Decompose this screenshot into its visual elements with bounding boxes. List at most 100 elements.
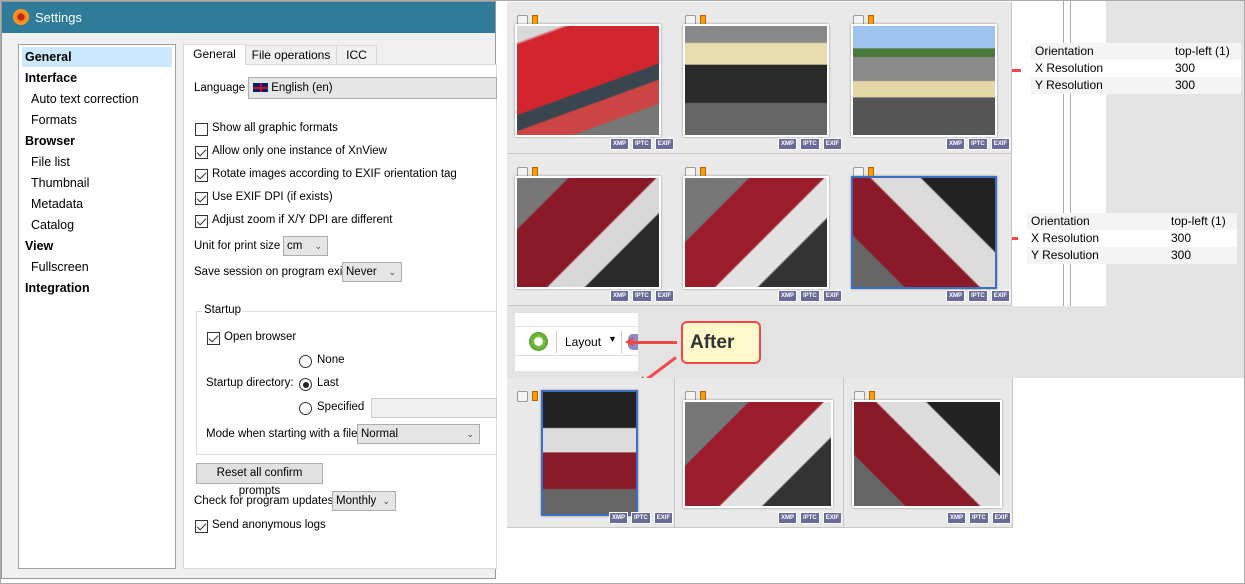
metadata-badges: XMP IPTC EXIF: [946, 138, 1011, 150]
option-checkbox[interactable]: [195, 215, 208, 228]
settings-window: Settings General Interface Auto text corre…: [1, 1, 497, 579]
option-label: Use EXIF DPI (if exists): [212, 191, 333, 203]
open-browser-checkbox[interactable]: [207, 332, 220, 345]
startup-title: Startup: [202, 304, 244, 316]
sidebar-item-catalog[interactable]: Catalog: [22, 215, 172, 235]
option-checkbox[interactable]: [195, 169, 208, 182]
reset-prompts-button[interactable]: Reset all confirm prompts: [196, 463, 323, 497]
iptc-badge: IPTC: [800, 512, 820, 524]
thumbnail-image[interactable]: [683, 400, 833, 508]
anonymous-logs-checkbox[interactable]: [195, 520, 208, 533]
thumbnail-image[interactable]: [851, 24, 997, 137]
thumbnail-image[interactable]: [852, 400, 1002, 508]
radio-last-label: Last: [317, 377, 339, 389]
sidebar-item-file-list[interactable]: File list: [22, 152, 172, 172]
sidebar-item-formats[interactable]: Formats: [22, 110, 172, 130]
metadata-table-after: Orientation top-left (1) X Resolution 300 Y …: [1027, 213, 1237, 264]
metadata-badges: XMP IPTC EXIF: [778, 512, 843, 524]
metadata-label: Orientation: [1031, 214, 1090, 228]
bookmark-icon: [532, 391, 538, 401]
sidebar-item-fullscreen[interactable]: Fullscreen: [22, 257, 172, 277]
startup-directory-label: Startup directory:: [206, 377, 294, 389]
refresh-icon[interactable]: [529, 332, 548, 351]
iptc-badge: IPTC: [632, 138, 652, 150]
tab-file-operations[interactable]: File operations: [245, 45, 337, 65]
updates-select[interactable]: Monthly ⌄: [332, 491, 396, 511]
session-value: Never: [346, 266, 377, 278]
metadata-badges: XMP IPTC EXIF: [946, 290, 1011, 302]
metadata-badges: XMP IPTC EXIF: [609, 512, 674, 524]
metadata-value: 300: [1171, 231, 1192, 245]
exif-badge: EXIF: [990, 138, 1011, 150]
session-label: Save session on program exit: [194, 266, 346, 278]
iptc-badge: IPTC: [631, 512, 651, 524]
option-checkbox[interactable]: [195, 146, 208, 159]
thumbnail-image[interactable]: [683, 176, 829, 289]
thumbnail-image[interactable]: [851, 176, 997, 289]
metadata-value: top-left (1): [1171, 214, 1226, 228]
iptc-badge: IPTC: [968, 138, 988, 150]
sidebar-item-browser[interactable]: Browser: [22, 131, 172, 151]
specified-path-input[interactable]: [371, 398, 497, 418]
exif-badge: EXIF: [822, 512, 843, 524]
mode-select[interactable]: Normal ⌄: [357, 424, 480, 444]
tab-icc[interactable]: ICC: [336, 45, 377, 65]
after-callout: After: [681, 321, 761, 364]
radio-none-label: None: [317, 354, 345, 366]
unit-label: Unit for print size: [194, 240, 281, 252]
caret-down-icon[interactable]: ▼: [608, 334, 617, 344]
metadata-label: Y Resolution: [1035, 78, 1103, 92]
iptc-badge: IPTC: [968, 290, 988, 302]
session-select[interactable]: Never ⌄: [342, 262, 402, 282]
metadata-label: X Resolution: [1035, 61, 1104, 75]
toolbar-snippet: Layout ▼: [515, 313, 638, 371]
xnview-logo-icon: [13, 9, 29, 25]
radio-last[interactable]: [299, 378, 312, 391]
select-checkbox[interactable]: [517, 391, 528, 402]
tab-general[interactable]: General: [183, 44, 246, 65]
xmp-badge: XMP: [946, 290, 966, 302]
metadata-table-before: Orientation top-left (1) X Resolution 300 Y …: [1031, 43, 1241, 94]
metadata-label: X Resolution: [1031, 231, 1100, 245]
uk-flag-icon: [253, 83, 268, 92]
unit-value: cm: [287, 240, 303, 252]
thumbnail-image[interactable]: [541, 390, 638, 516]
metadata-row: Orientation top-left (1): [1027, 213, 1237, 230]
chevron-down-icon: ⌄: [382, 496, 390, 506]
exif-badge: EXIF: [822, 290, 843, 302]
xmp-badge: XMP: [778, 512, 798, 524]
metadata-label: Orientation: [1035, 44, 1094, 58]
language-label: Language: [194, 82, 246, 94]
metadata-value: 300: [1175, 61, 1196, 75]
thumbnail-image[interactable]: [683, 24, 829, 137]
metadata-label: Y Resolution: [1031, 248, 1099, 262]
iptc-badge: IPTC: [800, 138, 820, 150]
open-browser-label: Open browser: [224, 331, 297, 343]
metadata-value: 300: [1171, 248, 1192, 262]
xmp-badge: XMP: [778, 138, 798, 150]
sidebar-item-general[interactable]: General: [22, 47, 172, 67]
sidebar-item-interface[interactable]: Interface: [22, 68, 172, 88]
option-label: Show all graphic formats: [212, 122, 338, 134]
sidebar-item-metadata[interactable]: Metadata: [22, 194, 172, 214]
radio-specified[interactable]: [299, 402, 312, 415]
metadata-row: Orientation top-left (1): [1031, 43, 1241, 60]
option-checkbox[interactable]: [195, 123, 208, 136]
metadata-row: X Resolution 300: [1031, 60, 1241, 77]
sidebar-item-auto-text-correction[interactable]: Auto text correction: [22, 89, 172, 109]
mode-value: Normal: [361, 428, 399, 440]
thumbnail-image[interactable]: [515, 176, 661, 289]
unit-select[interactable]: cm ⌄: [283, 236, 328, 256]
layout-button[interactable]: Layout: [565, 335, 601, 349]
sidebar-item-view[interactable]: View: [22, 236, 172, 256]
language-select[interactable]: English (en): [248, 77, 497, 99]
sidebar-item-integration[interactable]: Integration: [22, 278, 172, 298]
sidebar-item-thumbnail[interactable]: Thumbnail: [22, 173, 172, 193]
thumbnail-image[interactable]: [515, 24, 661, 137]
metadata-row: X Resolution 300: [1027, 230, 1237, 247]
option-checkbox[interactable]: [195, 192, 208, 205]
radio-none[interactable]: [299, 355, 312, 368]
metadata-badges: XMP IPTC EXIF: [778, 290, 843, 302]
metadata-badges: XMP IPTC EXIF: [947, 512, 1012, 524]
option-label: Adjust zoom if X/Y DPI are different: [212, 214, 393, 226]
